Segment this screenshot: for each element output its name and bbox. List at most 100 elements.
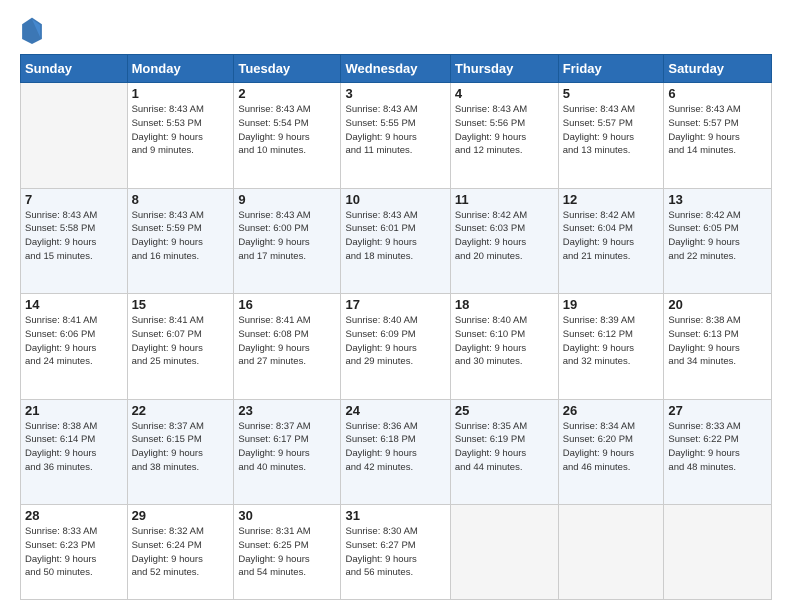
day-cell: 21 Sunrise: 8:38 AM Sunset: 6:14 PM Dayli… bbox=[21, 399, 128, 505]
day-number: 3 bbox=[345, 86, 445, 101]
day-info: Sunrise: 8:41 AM Sunset: 6:06 PM Dayligh… bbox=[25, 314, 123, 369]
day-info: Sunrise: 8:43 AM Sunset: 5:55 PM Dayligh… bbox=[345, 103, 445, 158]
day-info: Sunrise: 8:42 AM Sunset: 6:05 PM Dayligh… bbox=[668, 209, 767, 264]
day-number: 18 bbox=[455, 297, 554, 312]
day-number: 28 bbox=[25, 508, 123, 523]
weekday-tuesday: Tuesday bbox=[234, 55, 341, 83]
day-number: 1 bbox=[132, 86, 230, 101]
weekday-saturday: Saturday bbox=[664, 55, 772, 83]
weekday-thursday: Thursday bbox=[450, 55, 558, 83]
day-cell: 15 Sunrise: 8:41 AM Sunset: 6:07 PM Dayli… bbox=[127, 294, 234, 400]
day-number: 24 bbox=[345, 403, 445, 418]
day-number: 25 bbox=[455, 403, 554, 418]
weekday-monday: Monday bbox=[127, 55, 234, 83]
day-info: Sunrise: 8:43 AM Sunset: 5:57 PM Dayligh… bbox=[668, 103, 767, 158]
day-info: Sunrise: 8:37 AM Sunset: 6:17 PM Dayligh… bbox=[238, 420, 336, 475]
week-row-5: 28 Sunrise: 8:33 AM Sunset: 6:23 PM Dayli… bbox=[21, 505, 772, 600]
header bbox=[20, 16, 772, 44]
day-info: Sunrise: 8:35 AM Sunset: 6:19 PM Dayligh… bbox=[455, 420, 554, 475]
day-number: 23 bbox=[238, 403, 336, 418]
day-info: Sunrise: 8:40 AM Sunset: 6:10 PM Dayligh… bbox=[455, 314, 554, 369]
day-cell: 13 Sunrise: 8:42 AM Sunset: 6:05 PM Dayli… bbox=[664, 188, 772, 294]
day-number: 19 bbox=[563, 297, 660, 312]
day-cell: 25 Sunrise: 8:35 AM Sunset: 6:19 PM Dayli… bbox=[450, 399, 558, 505]
day-info: Sunrise: 8:42 AM Sunset: 6:04 PM Dayligh… bbox=[563, 209, 660, 264]
day-number: 2 bbox=[238, 86, 336, 101]
day-number: 8 bbox=[132, 192, 230, 207]
day-cell: 26 Sunrise: 8:34 AM Sunset: 6:20 PM Dayli… bbox=[558, 399, 664, 505]
day-cell bbox=[21, 83, 128, 189]
day-info: Sunrise: 8:41 AM Sunset: 6:07 PM Dayligh… bbox=[132, 314, 230, 369]
day-cell: 29 Sunrise: 8:32 AM Sunset: 6:24 PM Dayli… bbox=[127, 505, 234, 600]
day-number: 12 bbox=[563, 192, 660, 207]
day-info: Sunrise: 8:38 AM Sunset: 6:14 PM Dayligh… bbox=[25, 420, 123, 475]
day-info: Sunrise: 8:40 AM Sunset: 6:09 PM Dayligh… bbox=[345, 314, 445, 369]
day-info: Sunrise: 8:38 AM Sunset: 6:13 PM Dayligh… bbox=[668, 314, 767, 369]
day-info: Sunrise: 8:34 AM Sunset: 6:20 PM Dayligh… bbox=[563, 420, 660, 475]
day-number: 26 bbox=[563, 403, 660, 418]
day-cell bbox=[558, 505, 664, 600]
day-cell: 23 Sunrise: 8:37 AM Sunset: 6:17 PM Dayli… bbox=[234, 399, 341, 505]
day-cell: 17 Sunrise: 8:40 AM Sunset: 6:09 PM Dayli… bbox=[341, 294, 450, 400]
day-info: Sunrise: 8:37 AM Sunset: 6:15 PM Dayligh… bbox=[132, 420, 230, 475]
day-cell: 28 Sunrise: 8:33 AM Sunset: 6:23 PM Dayli… bbox=[21, 505, 128, 600]
day-number: 15 bbox=[132, 297, 230, 312]
day-info: Sunrise: 8:30 AM Sunset: 6:27 PM Dayligh… bbox=[345, 525, 445, 580]
day-cell: 27Sunrise: 8:33 AM Sunset: 6:22 PM Dayli… bbox=[664, 399, 772, 505]
day-number: 17 bbox=[345, 297, 445, 312]
day-info: Sunrise: 8:43 AM Sunset: 5:54 PM Dayligh… bbox=[238, 103, 336, 158]
day-cell: 20 Sunrise: 8:38 AM Sunset: 6:13 PM Dayli… bbox=[664, 294, 772, 400]
day-cell: 22 Sunrise: 8:37 AM Sunset: 6:15 PM Dayli… bbox=[127, 399, 234, 505]
day-number: 10 bbox=[345, 192, 445, 207]
day-cell: 6 Sunrise: 8:43 AM Sunset: 5:57 PM Daylig… bbox=[664, 83, 772, 189]
day-number: 5 bbox=[563, 86, 660, 101]
day-number: 16 bbox=[238, 297, 336, 312]
day-cell: 18 Sunrise: 8:40 AM Sunset: 6:10 PM Dayli… bbox=[450, 294, 558, 400]
day-cell: 9Sunrise: 8:43 AM Sunset: 6:00 PM Daylig… bbox=[234, 188, 341, 294]
day-info: Sunrise: 8:33 AM Sunset: 6:23 PM Dayligh… bbox=[25, 525, 123, 580]
day-cell bbox=[664, 505, 772, 600]
day-cell: 24 Sunrise: 8:36 AM Sunset: 6:18 PM Dayli… bbox=[341, 399, 450, 505]
day-info: Sunrise: 8:43 AM Sunset: 5:57 PM Dayligh… bbox=[563, 103, 660, 158]
day-cell: 12 Sunrise: 8:42 AM Sunset: 6:04 PM Dayli… bbox=[558, 188, 664, 294]
day-cell: 10Sunrise: 8:43 AM Sunset: 6:01 PM Dayli… bbox=[341, 188, 450, 294]
weekday-wednesday: Wednesday bbox=[341, 55, 450, 83]
day-info: Sunrise: 8:43 AM Sunset: 5:53 PM Dayligh… bbox=[132, 103, 230, 158]
day-number: 20 bbox=[668, 297, 767, 312]
day-number: 4 bbox=[455, 86, 554, 101]
day-number: 31 bbox=[345, 508, 445, 523]
day-cell: 7Sunrise: 8:43 AM Sunset: 5:58 PM Daylig… bbox=[21, 188, 128, 294]
day-cell bbox=[450, 505, 558, 600]
day-number: 22 bbox=[132, 403, 230, 418]
day-info: Sunrise: 8:41 AM Sunset: 6:08 PM Dayligh… bbox=[238, 314, 336, 369]
day-cell: 2 Sunrise: 8:43 AM Sunset: 5:54 PM Daylig… bbox=[234, 83, 341, 189]
weekday-sunday: Sunday bbox=[21, 55, 128, 83]
day-info: Sunrise: 8:42 AM Sunset: 6:03 PM Dayligh… bbox=[455, 209, 554, 264]
day-cell: 4Sunrise: 8:43 AM Sunset: 5:56 PM Daylig… bbox=[450, 83, 558, 189]
day-cell: 11 Sunrise: 8:42 AM Sunset: 6:03 PM Dayli… bbox=[450, 188, 558, 294]
logo bbox=[20, 16, 48, 44]
day-number: 21 bbox=[25, 403, 123, 418]
day-number: 30 bbox=[238, 508, 336, 523]
day-cell: 16 Sunrise: 8:41 AM Sunset: 6:08 PM Dayli… bbox=[234, 294, 341, 400]
day-cell: 3 Sunrise: 8:43 AM Sunset: 5:55 PM Daylig… bbox=[341, 83, 450, 189]
day-cell: 19 Sunrise: 8:39 AM Sunset: 6:12 PM Dayli… bbox=[558, 294, 664, 400]
day-info: Sunrise: 8:32 AM Sunset: 6:24 PM Dayligh… bbox=[132, 525, 230, 580]
week-row-2: 7Sunrise: 8:43 AM Sunset: 5:58 PM Daylig… bbox=[21, 188, 772, 294]
day-number: 11 bbox=[455, 192, 554, 207]
day-info: Sunrise: 8:39 AM Sunset: 6:12 PM Dayligh… bbox=[563, 314, 660, 369]
logo-icon bbox=[20, 16, 44, 44]
calendar-table: SundayMondayTuesdayWednesdayThursdayFrid… bbox=[20, 54, 772, 600]
day-cell: 14 Sunrise: 8:41 AM Sunset: 6:06 PM Dayli… bbox=[21, 294, 128, 400]
day-cell: 1 Sunrise: 8:43 AM Sunset: 5:53 PM Daylig… bbox=[127, 83, 234, 189]
day-number: 29 bbox=[132, 508, 230, 523]
day-number: 14 bbox=[25, 297, 123, 312]
week-row-1: 1 Sunrise: 8:43 AM Sunset: 5:53 PM Daylig… bbox=[21, 83, 772, 189]
day-number: 13 bbox=[668, 192, 767, 207]
day-info: Sunrise: 8:36 AM Sunset: 6:18 PM Dayligh… bbox=[345, 420, 445, 475]
weekday-header-row: SundayMondayTuesdayWednesdayThursdayFrid… bbox=[21, 55, 772, 83]
day-number: 9 bbox=[238, 192, 336, 207]
day-number: 6 bbox=[668, 86, 767, 101]
weekday-friday: Friday bbox=[558, 55, 664, 83]
day-info: Sunrise: 8:33 AM Sunset: 6:22 PM Dayligh… bbox=[668, 420, 767, 475]
